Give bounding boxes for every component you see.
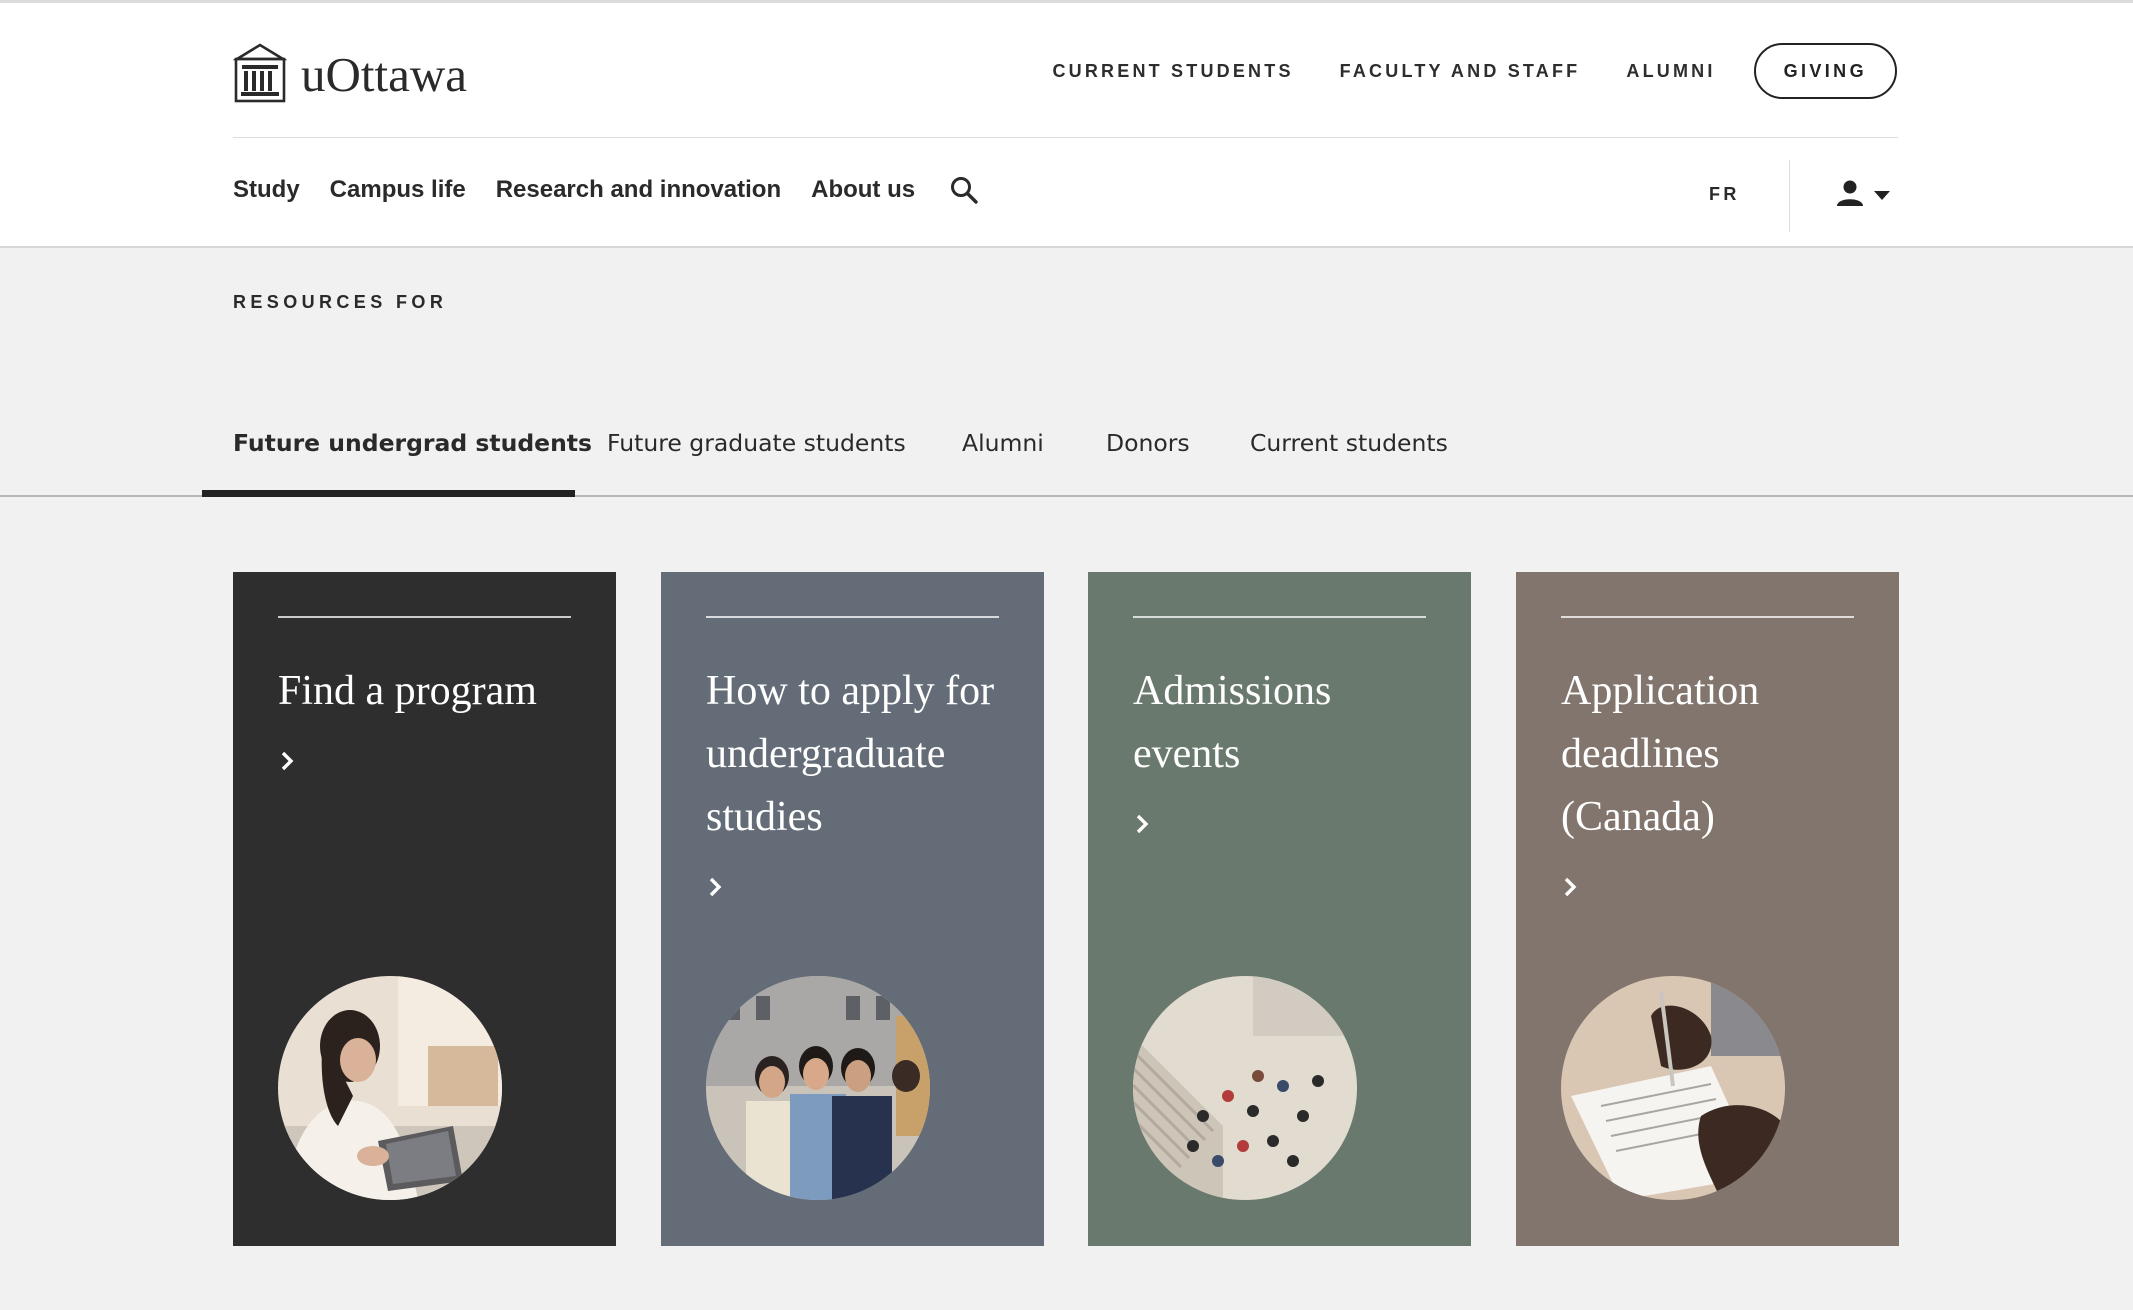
header-vertical-divider — [1789, 160, 1790, 232]
search-icon[interactable] — [947, 173, 981, 207]
site-header: uOttawa CURRENT STUDENTS FACULTY AND STA… — [0, 3, 2133, 248]
card-title: Application deadlines (Canada) — [1561, 668, 1760, 840]
tab-future-graduate-students[interactable]: Future graduate students — [607, 429, 906, 457]
card-divider — [1133, 616, 1426, 618]
card-application-deadlines[interactable]: Application deadlines (Canada) — [1516, 572, 1899, 1246]
chevron-right-icon — [1561, 874, 1581, 900]
card-divider — [1561, 616, 1854, 618]
card-title: Admissions events — [1133, 668, 1332, 777]
tab-donors[interactable]: Donors — [1106, 429, 1190, 457]
group-of-students-photo — [706, 976, 930, 1200]
hand-signing-document-photo — [1561, 976, 1785, 1200]
card-title: How to apply for undergraduate studies — [706, 668, 995, 840]
card-admissions-events[interactable]: Admissions events — [1088, 572, 1471, 1246]
nav-current-students[interactable]: CURRENT STUDENTS — [1052, 61, 1293, 82]
tab-alumni[interactable]: Alumni — [962, 429, 1044, 457]
giving-button[interactable]: GIVING — [1753, 43, 1897, 99]
card-find-a-program[interactable]: Find a program — [233, 572, 616, 1246]
chevron-right-icon — [706, 874, 726, 900]
uottawa-logo[interactable]: uOttawa — [232, 41, 467, 108]
nav-study[interactable]: Study — [233, 176, 300, 204]
chevron-right-icon — [278, 748, 298, 774]
tab-current-students[interactable]: Current students — [1250, 429, 1448, 457]
nav-about-us[interactable]: About us — [811, 176, 915, 204]
nav-alumni[interactable]: ALUMNI — [1626, 61, 1715, 82]
nav-campus-life[interactable]: Campus life — [330, 176, 466, 204]
language-toggle[interactable]: FR — [1709, 184, 1740, 205]
audience-tabs: Future undergrad students Future graduat… — [0, 395, 2133, 497]
card-title: Find a program — [278, 668, 537, 714]
campus-crowd-aerial-photo — [1133, 976, 1357, 1200]
utility-nav: CURRENT STUDENTS FACULTY AND STAFF ALUMN… — [1052, 43, 1897, 99]
woman-with-laptop-photo — [278, 976, 502, 1200]
chevron-down-icon — [1874, 191, 1890, 200]
account-menu[interactable] — [1836, 179, 1890, 212]
card-divider — [706, 616, 999, 618]
card-how-to-apply[interactable]: How to apply for undergraduate studies — [661, 572, 1044, 1246]
resources-heading: RESOURCES FOR — [233, 292, 448, 312]
tab-future-undergrad-students[interactable]: Future undergrad students — [233, 429, 592, 457]
university-building-icon — [232, 41, 288, 108]
active-tab-indicator — [202, 490, 575, 497]
header-divider — [233, 137, 1898, 138]
chevron-right-icon — [1133, 811, 1153, 837]
nav-research-and-innovation[interactable]: Research and innovation — [496, 176, 781, 204]
main-nav: Study Campus life Research and innovatio… — [233, 173, 981, 207]
user-icon — [1836, 179, 1864, 212]
nav-faculty-and-staff[interactable]: FACULTY AND STAFF — [1340, 61, 1581, 82]
card-divider — [278, 616, 571, 618]
logo-wordmark: uOttawa — [301, 46, 467, 102]
